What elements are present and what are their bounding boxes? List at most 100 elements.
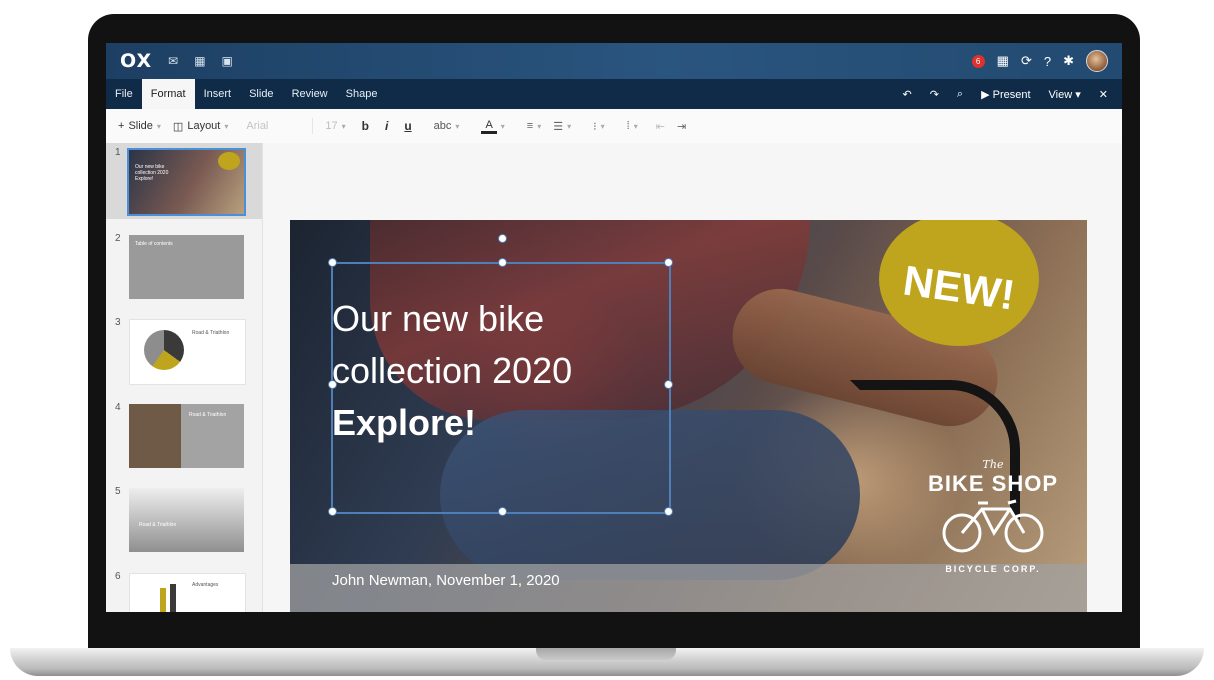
- thumbnail-text: Our new bike collection 2020 Explore!: [135, 164, 169, 182]
- numbered-list-icon: ⁞: [626, 120, 630, 132]
- avatar[interactable]: [1086, 50, 1108, 72]
- view-label: View: [1048, 88, 1073, 101]
- slide-thumbnail-4[interactable]: 4 Road & Triathlon: [106, 398, 262, 468]
- underline-button[interactable]: u: [404, 119, 411, 133]
- menu-bar: File Format Insert Slide Review Shape ↶ …: [106, 79, 1122, 109]
- slide-thumbnail-1[interactable]: 1 Our new bike collection 2020 Explore!: [106, 143, 262, 219]
- close-icon[interactable]: ✕: [1099, 88, 1108, 101]
- chevron-down-icon: ▾: [600, 121, 605, 131]
- menu-format[interactable]: Format: [141, 79, 195, 109]
- mail-icon[interactable]: ✉: [168, 54, 178, 68]
- view-dropdown[interactable]: View ▾: [1049, 88, 1081, 101]
- plus-icon: +: [118, 120, 125, 132]
- calendar-icon[interactable]: ▦: [194, 54, 205, 68]
- thumbnail-text: Road & Triathlon: [189, 412, 227, 418]
- resize-handle[interactable]: [664, 507, 673, 516]
- align-button[interactable]: ≡ ▾: [527, 120, 541, 132]
- indent-icon[interactable]: ⇥: [677, 120, 686, 133]
- slide-number: 6: [115, 571, 121, 582]
- thumbnail-image: Advantages: [129, 573, 246, 612]
- refresh-icon[interactable]: ⟳: [1021, 53, 1032, 69]
- rotate-handle[interactable]: [498, 234, 507, 243]
- current-slide[interactable]: NEW! Our new bike collection 2020 Explor…: [290, 220, 1087, 612]
- present-label: Present: [992, 88, 1031, 101]
- font-color-button[interactable]: A ▾: [481, 119, 505, 134]
- chevron-down-icon: ▾: [537, 121, 542, 131]
- font-color-icon: A: [481, 119, 497, 134]
- outdent-icon[interactable]: ⇤: [656, 120, 665, 133]
- resize-handle[interactable]: [328, 507, 337, 516]
- present-button[interactable]: ▶ Present: [981, 88, 1030, 101]
- menu-right-controls: ↶ ↷ ⌕ ▶ Present View ▾ ✕: [902, 88, 1108, 101]
- abc-label: abc: [433, 120, 452, 132]
- new-badge-text: NEW!: [900, 256, 1018, 319]
- slide-number: 1: [115, 147, 121, 158]
- menu-insert[interactable]: Insert: [195, 79, 241, 109]
- brand-logo: The BIKE SHOP BICYCLE CORP.: [913, 458, 1073, 608]
- slide-number: 3: [115, 317, 121, 328]
- settings-icon[interactable]: ✱: [1063, 53, 1074, 69]
- chevron-down-icon: ▾: [500, 121, 505, 131]
- top-right-controls: 6 ▦ ⟳ ? ✱: [971, 50, 1108, 72]
- present-icon: ▶: [981, 88, 990, 101]
- new-badge[interactable]: NEW!: [879, 220, 1039, 346]
- bold-button[interactable]: b: [362, 119, 369, 133]
- apps-grid-icon[interactable]: ▦: [997, 53, 1009, 69]
- slide-thumbnail-3[interactable]: 3 Road & Triathlon: [106, 313, 262, 385]
- slide-footer-text: John Newman, November 1, 2020: [332, 572, 560, 589]
- resize-handle[interactable]: [498, 507, 507, 516]
- text-format-dropdown[interactable]: abc ▾: [434, 120, 460, 132]
- slide-number: 5: [115, 486, 121, 497]
- app-logo[interactable]: OX: [120, 50, 152, 72]
- chevron-down-icon: ▾: [224, 121, 229, 131]
- slide-label: Slide: [128, 120, 153, 132]
- contacts-icon[interactable]: ▣: [222, 54, 233, 68]
- thumbnail-image: Road & Triathlon: [129, 488, 244, 552]
- pie-chart-icon: [144, 330, 184, 370]
- chevron-down-icon: ▾: [567, 121, 572, 131]
- undo-icon[interactable]: ↶: [902, 88, 911, 101]
- resize-handle[interactable]: [664, 380, 673, 389]
- resize-handle[interactable]: [328, 258, 337, 267]
- slide-thumbnail-2[interactable]: 2 Table of contents: [106, 229, 262, 299]
- brand-name: BIKE SHOP: [927, 471, 1059, 496]
- add-slide-button[interactable]: + Slide ▾: [118, 120, 161, 132]
- chevron-down-icon: ▾: [341, 121, 346, 131]
- resize-handle[interactable]: [498, 258, 507, 267]
- menu-file[interactable]: File: [106, 79, 142, 109]
- menu-slide[interactable]: Slide: [240, 79, 282, 109]
- menu-shape[interactable]: Shape: [337, 79, 387, 109]
- slide-thumbnails-panel: 1 Our new bike collection 2020 Explore! …: [106, 143, 263, 612]
- thumbnail-image: Road & Triathlon: [129, 404, 244, 468]
- search-icon[interactable]: ⌕: [957, 88, 963, 101]
- thumbnail-image: Road & Triathlon: [129, 319, 246, 385]
- font-family-select[interactable]: Arial: [242, 118, 314, 134]
- laptop-notch: [536, 648, 676, 660]
- numbered-list-button[interactable]: ⁞ ▾: [627, 120, 638, 132]
- layout-button[interactable]: ◫ Layout ▾: [173, 120, 228, 133]
- thumbnail-text: Road & Triathlon: [192, 330, 230, 336]
- thumbnail-bar: [160, 588, 166, 612]
- title-selection-box[interactable]: [331, 262, 671, 514]
- thumbnail-image: Our new bike collection 2020 Explore!: [127, 148, 246, 216]
- slide-canvas[interactable]: NEW! Our new bike collection 2020 Explor…: [263, 143, 1122, 612]
- line-spacing-icon: ☰: [553, 120, 564, 133]
- resize-handle[interactable]: [664, 258, 673, 267]
- redo-icon[interactable]: ↷: [930, 88, 939, 101]
- bullet-list-button[interactable]: ⁝ ▾: [593, 120, 605, 133]
- line-spacing-button[interactable]: ☰ ▾: [553, 120, 571, 133]
- slide-thumbnail-5[interactable]: 5 Road & Triathlon: [106, 482, 262, 552]
- bullet-list-icon: ⁝: [593, 120, 597, 133]
- slide-thumbnail-6[interactable]: 6 Advantages: [106, 567, 262, 612]
- chevron-down-icon: ▾: [156, 121, 161, 131]
- layout-label: Layout: [187, 120, 221, 132]
- notification-badge[interactable]: 6: [971, 54, 985, 68]
- italic-button[interactable]: i: [385, 119, 388, 133]
- top-bar: OX ✉ ▦ ▣ 6 ▦ ⟳ ? ✱: [106, 43, 1122, 79]
- help-icon[interactable]: ?: [1044, 54, 1051, 69]
- thumbnail-badge: [218, 152, 240, 170]
- menu-review[interactable]: Review: [283, 79, 337, 109]
- font-size-select[interactable]: 17 ▾: [325, 120, 345, 132]
- resize-handle[interactable]: [328, 380, 337, 389]
- brand-corp: BICYCLE CORP.: [945, 564, 1041, 574]
